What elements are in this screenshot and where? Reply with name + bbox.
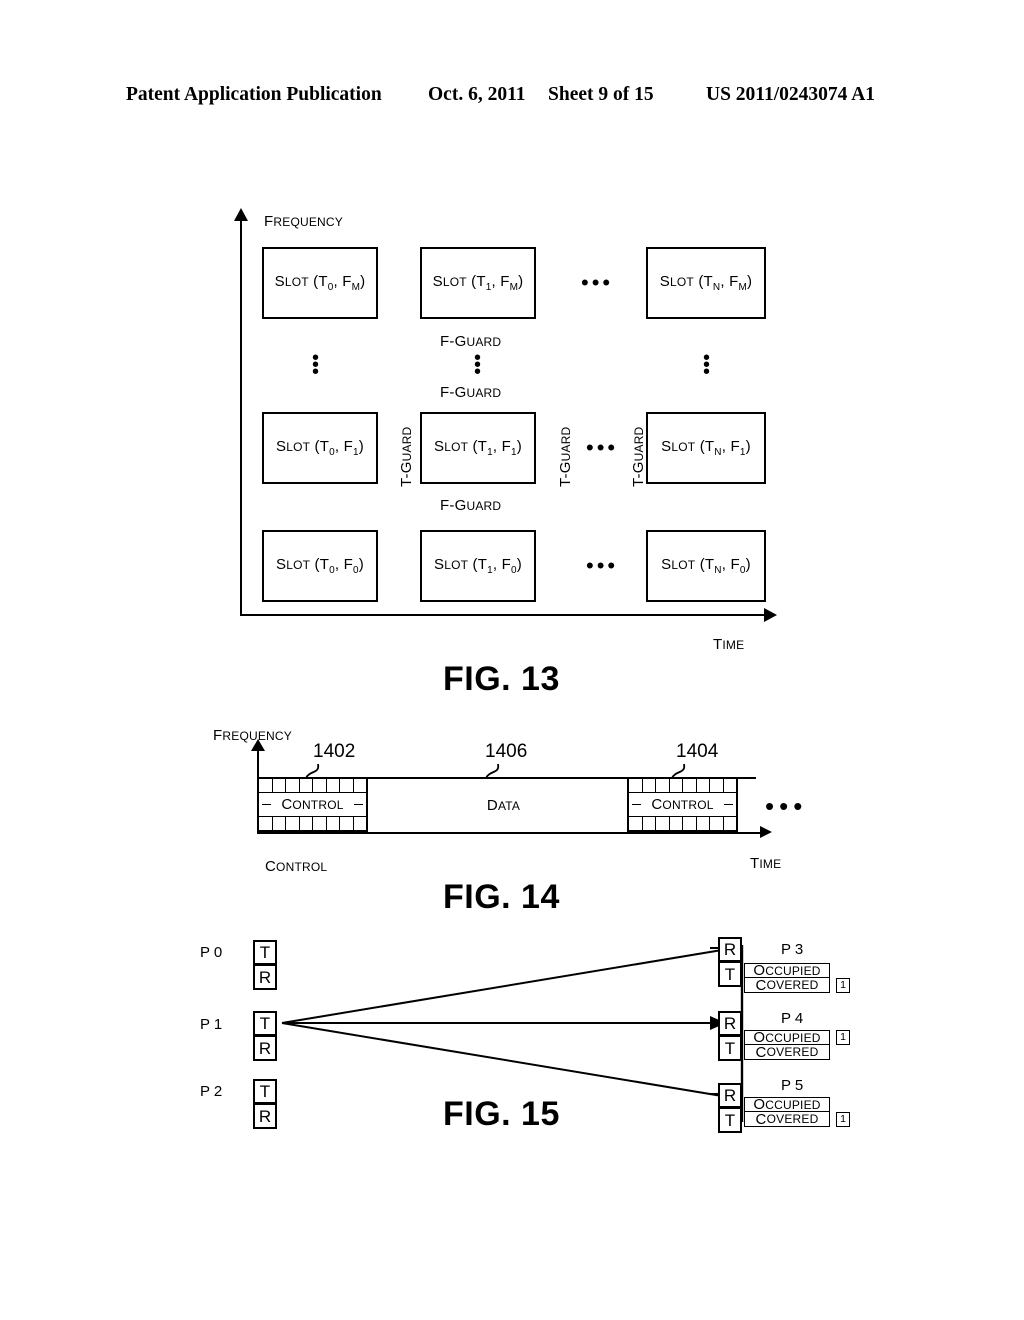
fig15-p3-status-group: O CCUPIED C OVERED xyxy=(744,963,830,993)
fig15-p2-receive-cell: R xyxy=(253,1104,277,1129)
fig15-node-p0: T R xyxy=(253,940,277,990)
fig15-label-p2: P 2 xyxy=(200,1083,223,1100)
fig15-node-p4: R T xyxy=(718,1011,742,1061)
fig15-p4-covered-row: C OVERED xyxy=(744,1045,830,1060)
fig15-p4-occupied-row: O CCUPIED xyxy=(744,1030,830,1045)
fig15-label-p0: P 0 xyxy=(200,944,223,961)
fig15-p3-transmit-cell: T xyxy=(718,962,742,987)
fig15-label-p3: P 3 xyxy=(781,941,804,958)
figure-15: P 0 T R P 1 T R P 2 T R R T P 3 O CCUPIED… xyxy=(0,0,1024,1320)
fig15-node-p2: T R xyxy=(253,1079,277,1129)
fig15-p1-receive-cell: R xyxy=(253,1036,277,1061)
fig15-node-p5: R T xyxy=(718,1083,742,1133)
fig15-caption: FIG. 15 xyxy=(443,1095,560,1133)
fig15-node-p1: T R xyxy=(253,1011,277,1061)
fig15-p3-occupied-row: O CCUPIED xyxy=(744,963,830,978)
fig15-label-p1: P 1 xyxy=(200,1016,223,1033)
fig15-label-p5: P 5 xyxy=(781,1077,804,1094)
fig15-p4-status-group: O CCUPIED C OVERED xyxy=(744,1030,830,1060)
fig15-p4-occupied-flag: 1 xyxy=(836,1030,850,1045)
fig15-p5-receive-cell: R xyxy=(718,1083,742,1108)
fig15-p5-status-group: O CCUPIED C OVERED xyxy=(744,1097,830,1127)
fig15-p0-transmit-cell: T xyxy=(253,940,277,965)
fig15-p3-covered-flag: 1 xyxy=(836,978,850,993)
fig15-p5-covered-row: C OVERED xyxy=(744,1112,830,1127)
fig15-node-p3: R T xyxy=(718,937,742,987)
fig15-p3-covered-row: C OVERED xyxy=(744,978,830,993)
fig15-p2-transmit-cell: T xyxy=(253,1079,277,1104)
fig15-p3-receive-cell: R xyxy=(718,937,742,962)
fig15-p4-transmit-cell: T xyxy=(718,1036,742,1061)
fig15-p0-receive-cell: R xyxy=(253,965,277,990)
fig15-p5-transmit-cell: T xyxy=(718,1108,742,1133)
fig15-p5-occupied-row: O CCUPIED xyxy=(744,1097,830,1112)
fig15-p1-transmit-cell: T xyxy=(253,1011,277,1036)
fig15-p5-covered-flag: 1 xyxy=(836,1112,850,1127)
fig15-label-p4: P 4 xyxy=(781,1010,804,1027)
fig15-p4-receive-cell: R xyxy=(718,1011,742,1036)
